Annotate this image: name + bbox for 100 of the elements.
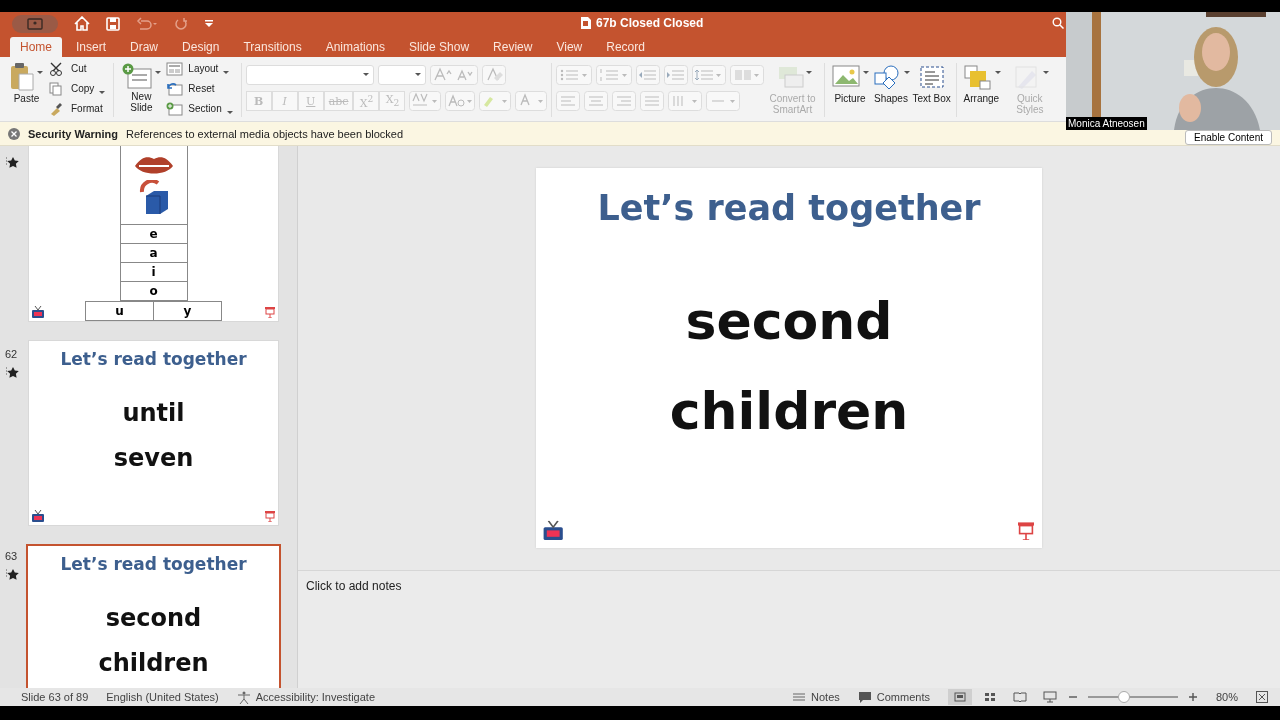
fit-to-window-icon[interactable] bbox=[1256, 691, 1268, 703]
home-icon[interactable] bbox=[74, 16, 90, 31]
caret-icon[interactable] bbox=[994, 71, 1001, 75]
text-direction-icon[interactable] bbox=[668, 91, 703, 111]
clear-formatting-icon[interactable] bbox=[481, 65, 506, 85]
table-cell: u bbox=[86, 302, 154, 321]
font-color-icon[interactable] bbox=[515, 91, 548, 111]
ribbon-tab[interactable]: Review bbox=[483, 37, 543, 57]
ribbon-button[interactable]: Arrange bbox=[960, 61, 1002, 119]
reset-icon bbox=[166, 81, 184, 96]
ribbon-button[interactable]: Format bbox=[49, 101, 106, 116]
caret-icon[interactable] bbox=[223, 70, 230, 75]
slide-title: Let’s read together bbox=[60, 554, 247, 574]
slide-word: second bbox=[685, 290, 893, 353]
slide-word: children bbox=[98, 648, 209, 679]
slide-title: Let’s read together bbox=[597, 188, 981, 228]
ribbon-tab[interactable]: Animations bbox=[315, 37, 396, 57]
presentation-icon bbox=[265, 510, 275, 522]
accessibility-button[interactable]: Accessibility: Investigate bbox=[236, 690, 375, 704]
animation-star-icon bbox=[5, 568, 19, 581]
ribbon-tab[interactable]: Slide Show bbox=[399, 37, 480, 57]
close-icon[interactable] bbox=[8, 127, 20, 140]
clipboard-icon bbox=[10, 63, 34, 91]
enable-content-button[interactable]: Enable Content bbox=[1185, 130, 1272, 145]
table-cell: a bbox=[119, 244, 188, 263]
reading-view-icon bbox=[1012, 691, 1027, 703]
character-spacing-icon[interactable] bbox=[409, 91, 442, 111]
new-slide-icon bbox=[121, 63, 152, 89]
ribbon-tab[interactable]: Home bbox=[10, 37, 62, 57]
align-center-icon[interactable] bbox=[584, 91, 609, 111]
decrease-indent-icon[interactable] bbox=[636, 65, 661, 85]
slide-title: Let’s read together bbox=[60, 349, 247, 369]
animation-star-icon bbox=[5, 156, 19, 169]
tv-logo-icon bbox=[542, 520, 565, 540]
ribbon-tab[interactable]: Design bbox=[172, 37, 230, 57]
paste-button[interactable]: Paste bbox=[10, 61, 43, 104]
participant-name: Monica Atneosen bbox=[1066, 117, 1147, 130]
align-text-icon[interactable] bbox=[706, 91, 741, 111]
slide-thumbnail[interactable]: Let’s read together second children bbox=[26, 544, 281, 688]
animation-star-icon bbox=[5, 366, 19, 379]
line-spacing-icon[interactable] bbox=[692, 65, 727, 85]
caret-icon[interactable] bbox=[226, 110, 233, 115]
zoom-in-icon[interactable] bbox=[1187, 692, 1198, 702]
caret-icon[interactable] bbox=[99, 90, 106, 95]
notes-field[interactable]: Click to add notes bbox=[306, 579, 1272, 593]
slider-thumb[interactable] bbox=[1117, 691, 1130, 703]
change-case-icon[interactable] bbox=[445, 91, 476, 111]
presentation-icon bbox=[265, 306, 275, 318]
ribbon-button[interactable]: Cut bbox=[49, 61, 106, 76]
caret-icon[interactable] bbox=[904, 71, 911, 75]
ribbon-tab[interactable]: Draw bbox=[120, 37, 169, 57]
ribbon-tab[interactable]: Insert bbox=[66, 37, 117, 57]
layout-icon bbox=[166, 61, 184, 76]
tv-logo-icon bbox=[31, 510, 45, 522]
align-left-icon[interactable] bbox=[556, 91, 581, 111]
comment-icon bbox=[857, 691, 872, 703]
caret-icon[interactable] bbox=[414, 73, 421, 77]
notes-button[interactable]: Notes bbox=[792, 691, 840, 703]
language-label[interactable]: English (United States) bbox=[106, 691, 219, 703]
ribbon-tab[interactable]: Transitions bbox=[233, 37, 312, 57]
comments-button[interactable]: Comments bbox=[857, 691, 930, 703]
ribbon-button[interactable]: Shapes bbox=[870, 61, 912, 119]
numbering-icon[interactable] bbox=[596, 65, 633, 85]
customize-icon[interactable] bbox=[204, 18, 214, 29]
font-name-field[interactable] bbox=[245, 65, 374, 85]
table-cell: o bbox=[119, 282, 188, 301]
ribbon-button[interactable]: Text Box bbox=[911, 61, 952, 119]
ribbon-button[interactable]: Copy bbox=[49, 81, 106, 96]
slide-word: children bbox=[669, 380, 909, 443]
highlight-icon[interactable] bbox=[479, 91, 512, 111]
ribbon-button[interactable]: Layout bbox=[166, 61, 233, 76]
caret-icon[interactable] bbox=[362, 73, 369, 77]
search-icon[interactable] bbox=[1052, 17, 1064, 29]
table-cell: e bbox=[119, 225, 188, 244]
ribbon-button[interactable]: Picture bbox=[829, 61, 871, 119]
save-icon[interactable] bbox=[106, 16, 120, 31]
caret-icon[interactable] bbox=[37, 71, 43, 75]
ribbon-tab[interactable]: View bbox=[546, 37, 593, 57]
ribbon-button[interactable]: Reset bbox=[166, 81, 233, 96]
undo-icon[interactable] bbox=[136, 16, 158, 31]
caret-icon[interactable] bbox=[154, 71, 161, 75]
justify-icon[interactable] bbox=[640, 91, 665, 111]
columns-icon[interactable] bbox=[730, 65, 765, 85]
ribbon-tab[interactable]: Record bbox=[596, 37, 655, 57]
caret-icon[interactable] bbox=[863, 71, 870, 75]
notes-icon bbox=[792, 692, 807, 702]
bullets-icon[interactable] bbox=[556, 65, 593, 85]
slide-counter: Slide 63 of 89 bbox=[21, 691, 89, 703]
sidebar-toggle-icon[interactable] bbox=[12, 14, 58, 33]
normal-view-icon bbox=[952, 691, 967, 703]
slide-thumbnail[interactable]: e a i o u y bbox=[28, 146, 279, 322]
normal-view-button[interactable] bbox=[947, 689, 972, 705]
align-right-icon[interactable] bbox=[612, 91, 637, 111]
new-slide-button[interactable]: New Slide bbox=[122, 61, 161, 113]
increase-indent-icon[interactable] bbox=[664, 65, 689, 85]
grow-font-icon[interactable] bbox=[429, 65, 478, 85]
redo-icon[interactable] bbox=[174, 16, 188, 31]
slide-thumbnail[interactable]: Let’s read together until seven bbox=[28, 340, 279, 526]
font-size-field[interactable] bbox=[377, 65, 426, 85]
ribbon-button[interactable]: Section bbox=[166, 101, 233, 116]
